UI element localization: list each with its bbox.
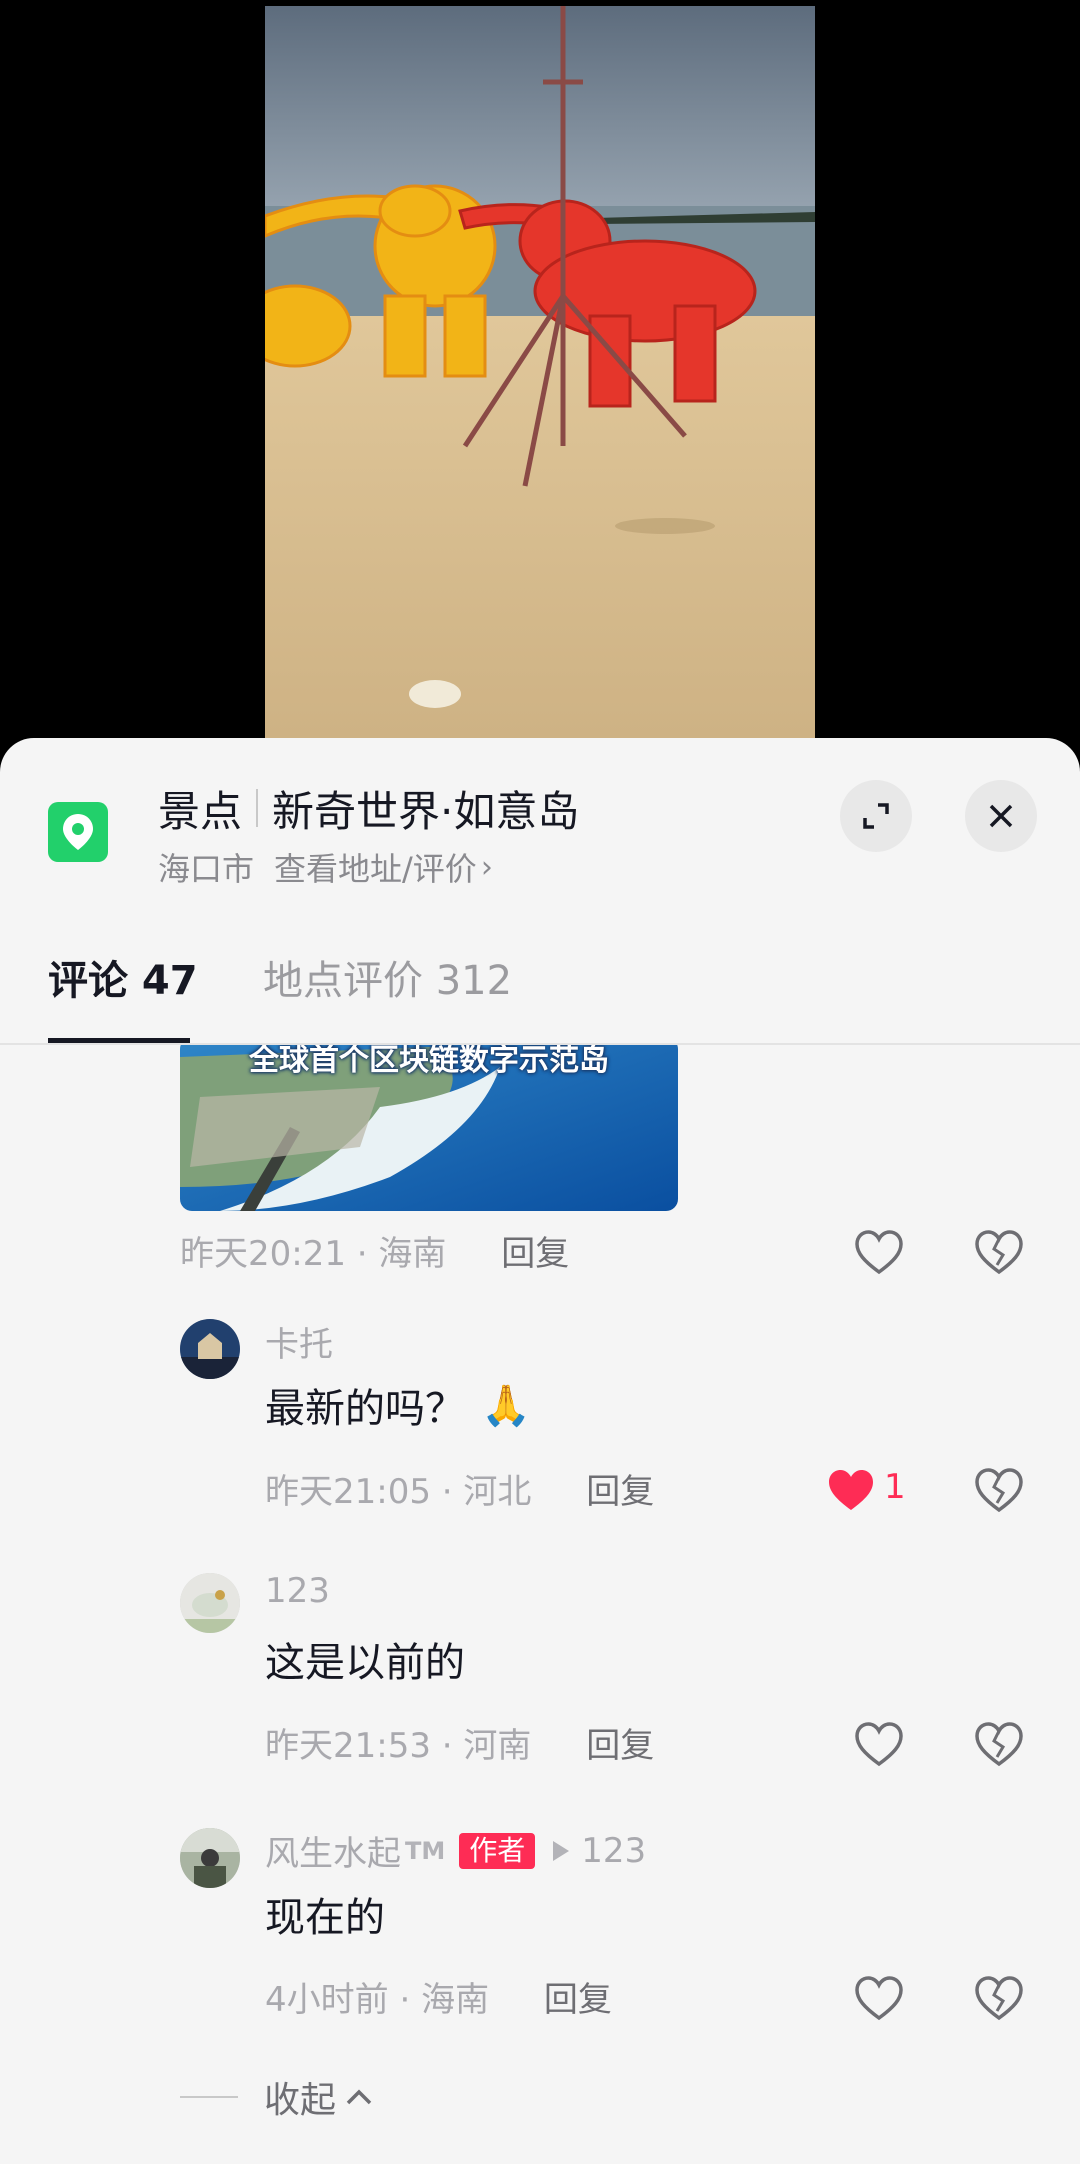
avatar[interactable] — [180, 1573, 240, 1633]
heart-icon[interactable] — [854, 1975, 904, 2023]
collapse-replies-button[interactable]: 收起 — [180, 2071, 374, 2123]
collapse-label: 收起 — [264, 2080, 337, 2121]
divider-line — [180, 2096, 238, 2098]
video-frame[interactable] — [265, 6, 815, 760]
comment-time: 4小时前 — [265, 1980, 389, 2020]
comment-region: 海南 — [378, 1234, 447, 1274]
image-caption: 全球首个区块链数字示范岛 — [249, 1045, 609, 1078]
comment-sheet: 景点 新奇世界·如意岛 海口市 查看地址/评价 › 评论 47 地点评价 312 — [0, 738, 1080, 2164]
video-still-image — [265, 6, 815, 760]
comment-region: 河北 — [463, 1472, 532, 1512]
tab-comments[interactable]: 评论 47 — [48, 948, 198, 1006]
comment-region: 海南 — [421, 1980, 490, 2020]
comment-region: 河南 — [463, 1726, 532, 1766]
comment-username[interactable]: 123 — [265, 1571, 330, 1611]
tab-place-reviews[interactable]: 地点评价 312 — [263, 948, 512, 1006]
heart-icon[interactable] — [854, 1229, 904, 1277]
poi-header[interactable]: 景点 新奇世界·如意岛 海口市 查看地址/评价 › — [0, 738, 1080, 898]
comment-time: 昨天21:53 — [265, 1726, 431, 1766]
comment-image-attachment[interactable]: 全球首个区块链数字示范岛 — [180, 1045, 678, 1211]
expand-button[interactable] — [840, 780, 912, 852]
comment-username-row: 风生水起 TM 作者 123 — [265, 1826, 646, 1875]
chevron-right-icon: › — [480, 849, 493, 885]
close-icon — [989, 804, 1013, 828]
reply-button[interactable]: 回复 — [586, 1472, 654, 1512]
comment-text: 这是以前的 — [265, 1640, 465, 1686]
poi-detail-link[interactable]: 查看地址/评价 — [274, 844, 477, 890]
reply-button[interactable]: 回复 — [501, 1234, 569, 1274]
comment-time: 昨天21:05 — [265, 1472, 431, 1512]
comment-meta: 昨天21:53 · 河南 回复 — [265, 1726, 655, 1766]
poi-title[interactable]: 景点 新奇世界·如意岛 — [158, 780, 579, 836]
comment-meta: 4小时前 · 海南 回复 — [265, 1980, 612, 2020]
avatar[interactable] — [180, 1319, 240, 1379]
heart-icon[interactable] — [854, 1721, 904, 1769]
close-button[interactable] — [965, 780, 1037, 852]
like-count: 1 — [884, 1467, 906, 1507]
avatar[interactable] — [180, 1828, 240, 1888]
video-player[interactable] — [0, 0, 1080, 760]
poi-subtitle[interactable]: 海口市 查看地址/评价 › — [158, 844, 493, 890]
broken-heart-icon[interactable] — [974, 1467, 1024, 1515]
broken-heart-icon[interactable] — [974, 1975, 1024, 2023]
comment-text: 现在的 — [265, 1895, 385, 1941]
poi-name: 新奇世界·如意岛 — [272, 786, 580, 836]
poi-city: 海口市 — [158, 850, 255, 888]
comment-text: 最新的吗？ 🙏 — [265, 1382, 531, 1433]
reply-button[interactable]: 回复 — [544, 1980, 612, 2020]
broken-heart-icon[interactable] — [974, 1721, 1024, 1769]
reply-to-arrow-icon — [553, 1840, 570, 1861]
praying-hands-emoji: 🙏 — [481, 1382, 531, 1429]
active-tab-indicator — [48, 1038, 190, 1043]
poi-category: 景点 — [158, 786, 243, 836]
comment-list[interactable]: 全球首个区块链数字示范岛 昨天20:21 · 海南 回复 卡托 最新的吗？ 🙏 — [0, 1045, 1080, 2164]
comment-meta: 昨天21:05 · 河北 回复 — [265, 1472, 655, 1512]
reply-button[interactable]: 回复 — [586, 1726, 654, 1766]
comment-username[interactable]: 卡托 — [265, 1317, 333, 1366]
location-pin-icon — [48, 802, 108, 862]
title-divider — [256, 789, 259, 827]
reply-to-username[interactable]: 123 — [581, 1831, 646, 1871]
tab-bar: 评论 47 地点评价 312 — [0, 898, 1080, 1045]
comment-username[interactable]: 风生水起 — [265, 1826, 401, 1875]
author-badge: 作者 — [459, 1832, 536, 1869]
broken-heart-icon[interactable] — [974, 1229, 1024, 1277]
heart-filled-icon[interactable] — [826, 1467, 876, 1515]
tm-mark: TM — [405, 1836, 446, 1865]
chevron-up-icon — [346, 2089, 372, 2105]
expand-icon — [863, 803, 889, 829]
comment-time: 昨天20:21 — [180, 1234, 346, 1274]
comment-meta: 昨天20:21 · 海南 回复 — [180, 1234, 570, 1274]
